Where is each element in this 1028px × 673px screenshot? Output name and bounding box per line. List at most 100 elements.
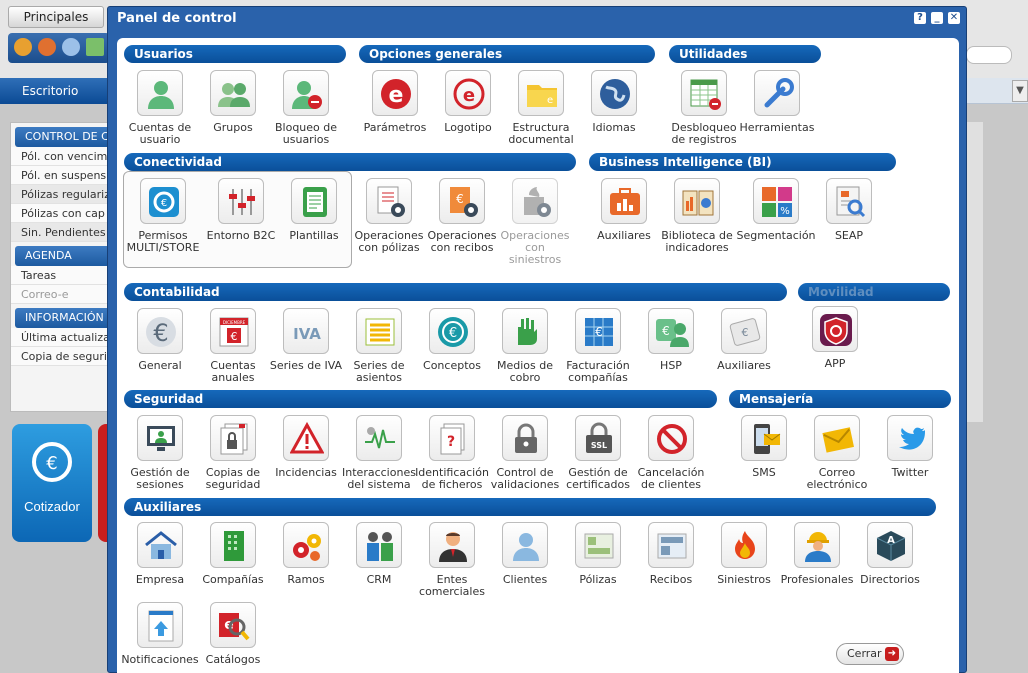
item-label: Profesionales bbox=[780, 573, 854, 586]
user-icon[interactable] bbox=[38, 38, 56, 56]
worker-icon bbox=[794, 522, 840, 568]
item-operaciones-con-polizas[interactable]: Operaciones con pólizas bbox=[349, 178, 429, 254]
item-entorno-b2c[interactable]: Entorno B2C bbox=[201, 178, 281, 242]
item-correo-electronico[interactable]: Correo electrónico bbox=[797, 415, 877, 491]
item-interacciones-del-sistema[interactable]: Interacciones del sistema bbox=[339, 415, 419, 491]
item-series-de-iva[interactable]: IVA Series de IVA bbox=[266, 308, 346, 372]
receipt-ops-icon: € bbox=[439, 178, 485, 224]
item-label: Cancelación de clientes bbox=[637, 466, 705, 491]
sidebar-item[interactable]: Pólizas regulariz bbox=[11, 185, 109, 204]
item-series-de-asientos[interactable]: Series de asientos bbox=[339, 308, 419, 384]
item-empresa[interactable]: Empresa bbox=[120, 522, 200, 586]
sidebar-item[interactable]: Pólizas con cap bbox=[11, 204, 109, 223]
exit-icon: ➜ bbox=[885, 647, 899, 661]
item-idiomas[interactable]: Idiomas bbox=[574, 70, 654, 134]
item-identificacion-de-ficheros[interactable]: ? Identificación de ficheros bbox=[412, 415, 492, 491]
businessman-icon bbox=[429, 522, 475, 568]
item-label: Parámetros bbox=[363, 121, 427, 134]
item-notificaciones[interactable]: Notificaciones bbox=[120, 602, 200, 666]
item-control-de-validaciones[interactable]: Control de validaciones bbox=[485, 415, 565, 491]
item-companias[interactable]: Compañías bbox=[193, 522, 273, 586]
dropdown-arrow-icon[interactable]: ▼ bbox=[1012, 80, 1028, 102]
item-contabilidad-auxiliares[interactable]: € Auxiliares bbox=[704, 308, 784, 372]
cerrar-button[interactable]: Cerrar ➜ bbox=[836, 643, 904, 665]
item-catalogos[interactable]: e Catálogos bbox=[193, 602, 273, 666]
sidebar-item[interactable]: Tareas bbox=[11, 266, 109, 285]
item-label: Interacciones del sistema bbox=[342, 466, 416, 491]
item-desbloqueo-de-registros[interactable]: Desbloqueo de registros bbox=[664, 70, 744, 146]
tab-principales[interactable]: Principales bbox=[8, 6, 104, 28]
item-ramos[interactable]: Ramos bbox=[266, 522, 346, 586]
item-cuentas-de-usuario[interactable]: Cuentas de usuario bbox=[120, 70, 200, 146]
lock-icon bbox=[502, 415, 548, 461]
item-label: Clientes bbox=[502, 573, 548, 586]
sidebar-item[interactable]: Sin. Pendientes bbox=[11, 223, 109, 242]
item-twitter[interactable]: Twitter bbox=[870, 415, 950, 479]
directory-box-icon: A bbox=[867, 522, 913, 568]
item-grupos[interactable]: Grupos bbox=[193, 70, 273, 134]
sidebar-item[interactable]: Correo-e bbox=[11, 285, 109, 304]
item-directorios[interactable]: A Directorios bbox=[850, 522, 930, 586]
item-cancelacion-de-clientes[interactable]: Cancelación de clientes bbox=[631, 415, 711, 491]
item-conceptos[interactable]: € Conceptos bbox=[412, 308, 492, 372]
item-label: Logotipo bbox=[444, 121, 492, 134]
svg-text:e: e bbox=[463, 85, 475, 106]
svg-text:%: % bbox=[780, 206, 790, 217]
file-question-icon: ? bbox=[429, 415, 475, 461]
item-biblioteca-de-indicadores[interactable]: Biblioteca de indicadores bbox=[657, 178, 737, 254]
section-auxiliares: Auxiliares bbox=[124, 498, 936, 516]
user-account-icon bbox=[137, 70, 183, 116]
item-clientes[interactable]: Clientes bbox=[485, 522, 565, 586]
section-contabilidad: Contabilidad bbox=[124, 283, 787, 301]
cotizador-tile[interactable]: € Cotizador bbox=[12, 424, 92, 542]
item-general[interactable]: € General bbox=[120, 308, 200, 372]
item-incidencias[interactable]: Incidencias bbox=[266, 415, 346, 479]
cube-icon[interactable] bbox=[14, 38, 32, 56]
sidebar-item[interactable]: Última actualiza bbox=[11, 328, 109, 347]
item-operaciones-con-siniestros[interactable]: Operaciones con siniestros bbox=[495, 178, 575, 266]
search-input[interactable] bbox=[966, 46, 1012, 64]
item-recibos[interactable]: Recibos bbox=[631, 522, 711, 586]
item-polizas[interactable]: Pólizas bbox=[558, 522, 638, 586]
globe-icon bbox=[591, 70, 637, 116]
item-bloqueo-de-usuarios[interactable]: Bloqueo de usuarios bbox=[266, 70, 346, 146]
item-parametros[interactable]: e Parámetros bbox=[355, 70, 435, 134]
heartbeat-icon bbox=[356, 415, 402, 461]
item-profesionales[interactable]: Profesionales bbox=[777, 522, 857, 586]
item-label: SMS bbox=[752, 466, 776, 479]
sidebar-item[interactable]: Pól. con vencim bbox=[11, 147, 109, 166]
sidebar-item[interactable]: Copia de seguri bbox=[11, 347, 109, 366]
item-permisos-multi-store[interactable]: € Permisos MULTI/STORE bbox=[123, 178, 203, 254]
sidebar-item[interactable]: Pól. en suspens bbox=[11, 166, 109, 185]
item-gestion-de-certificados[interactable]: SSL Gestión de certificados bbox=[558, 415, 638, 491]
item-hsp[interactable]: € HSP bbox=[631, 308, 711, 372]
svg-text:IVA: IVA bbox=[293, 325, 321, 343]
item-app[interactable]: APP bbox=[795, 306, 875, 370]
item-siniestros[interactable]: Siniestros bbox=[704, 522, 784, 586]
item-sms[interactable]: SMS bbox=[724, 415, 804, 479]
item-operaciones-con-recibos[interactable]: € Operaciones con recibos bbox=[422, 178, 502, 254]
item-plantillas[interactable]: Plantillas bbox=[274, 178, 354, 242]
item-label: APP bbox=[824, 357, 846, 370]
item-label: Siniestros bbox=[717, 573, 771, 586]
svg-text:SSL: SSL bbox=[591, 441, 607, 450]
item-medios-de-cobro[interactable]: Medios de cobro bbox=[485, 308, 565, 384]
item-seap[interactable]: SEAP bbox=[809, 178, 889, 242]
item-facturacion-companias[interactable]: € Facturación compañías bbox=[558, 308, 638, 384]
tab-escritorio[interactable]: Escritorio bbox=[0, 78, 108, 104]
item-entes-comerciales[interactable]: Entes comerciales bbox=[412, 522, 492, 598]
item-segmentacion[interactable]: % Segmentación bbox=[736, 178, 816, 242]
item-label: Incidencias bbox=[275, 466, 337, 479]
image-icon[interactable] bbox=[86, 38, 104, 56]
item-label: Compañías bbox=[202, 573, 264, 586]
users-icon[interactable] bbox=[62, 38, 80, 56]
item-gestion-de-sesiones[interactable]: Gestión de sesiones bbox=[120, 415, 200, 491]
item-bi-auxiliares[interactable]: Auxiliares bbox=[584, 178, 664, 242]
item-copias-de-seguridad[interactable]: Copias de seguridad bbox=[193, 415, 273, 491]
item-herramientas[interactable]: Herramientas bbox=[737, 70, 817, 134]
item-logotipo[interactable]: e Logotipo bbox=[428, 70, 508, 134]
cotizador-label: Cotizador bbox=[24, 499, 80, 514]
item-crm[interactable]: CRM bbox=[339, 522, 419, 586]
item-cuentas-anuales[interactable]: DICIEMBRE € Cuentas anuales bbox=[193, 308, 273, 384]
item-estructura-documental[interactable]: e Estructura documental bbox=[501, 70, 581, 146]
